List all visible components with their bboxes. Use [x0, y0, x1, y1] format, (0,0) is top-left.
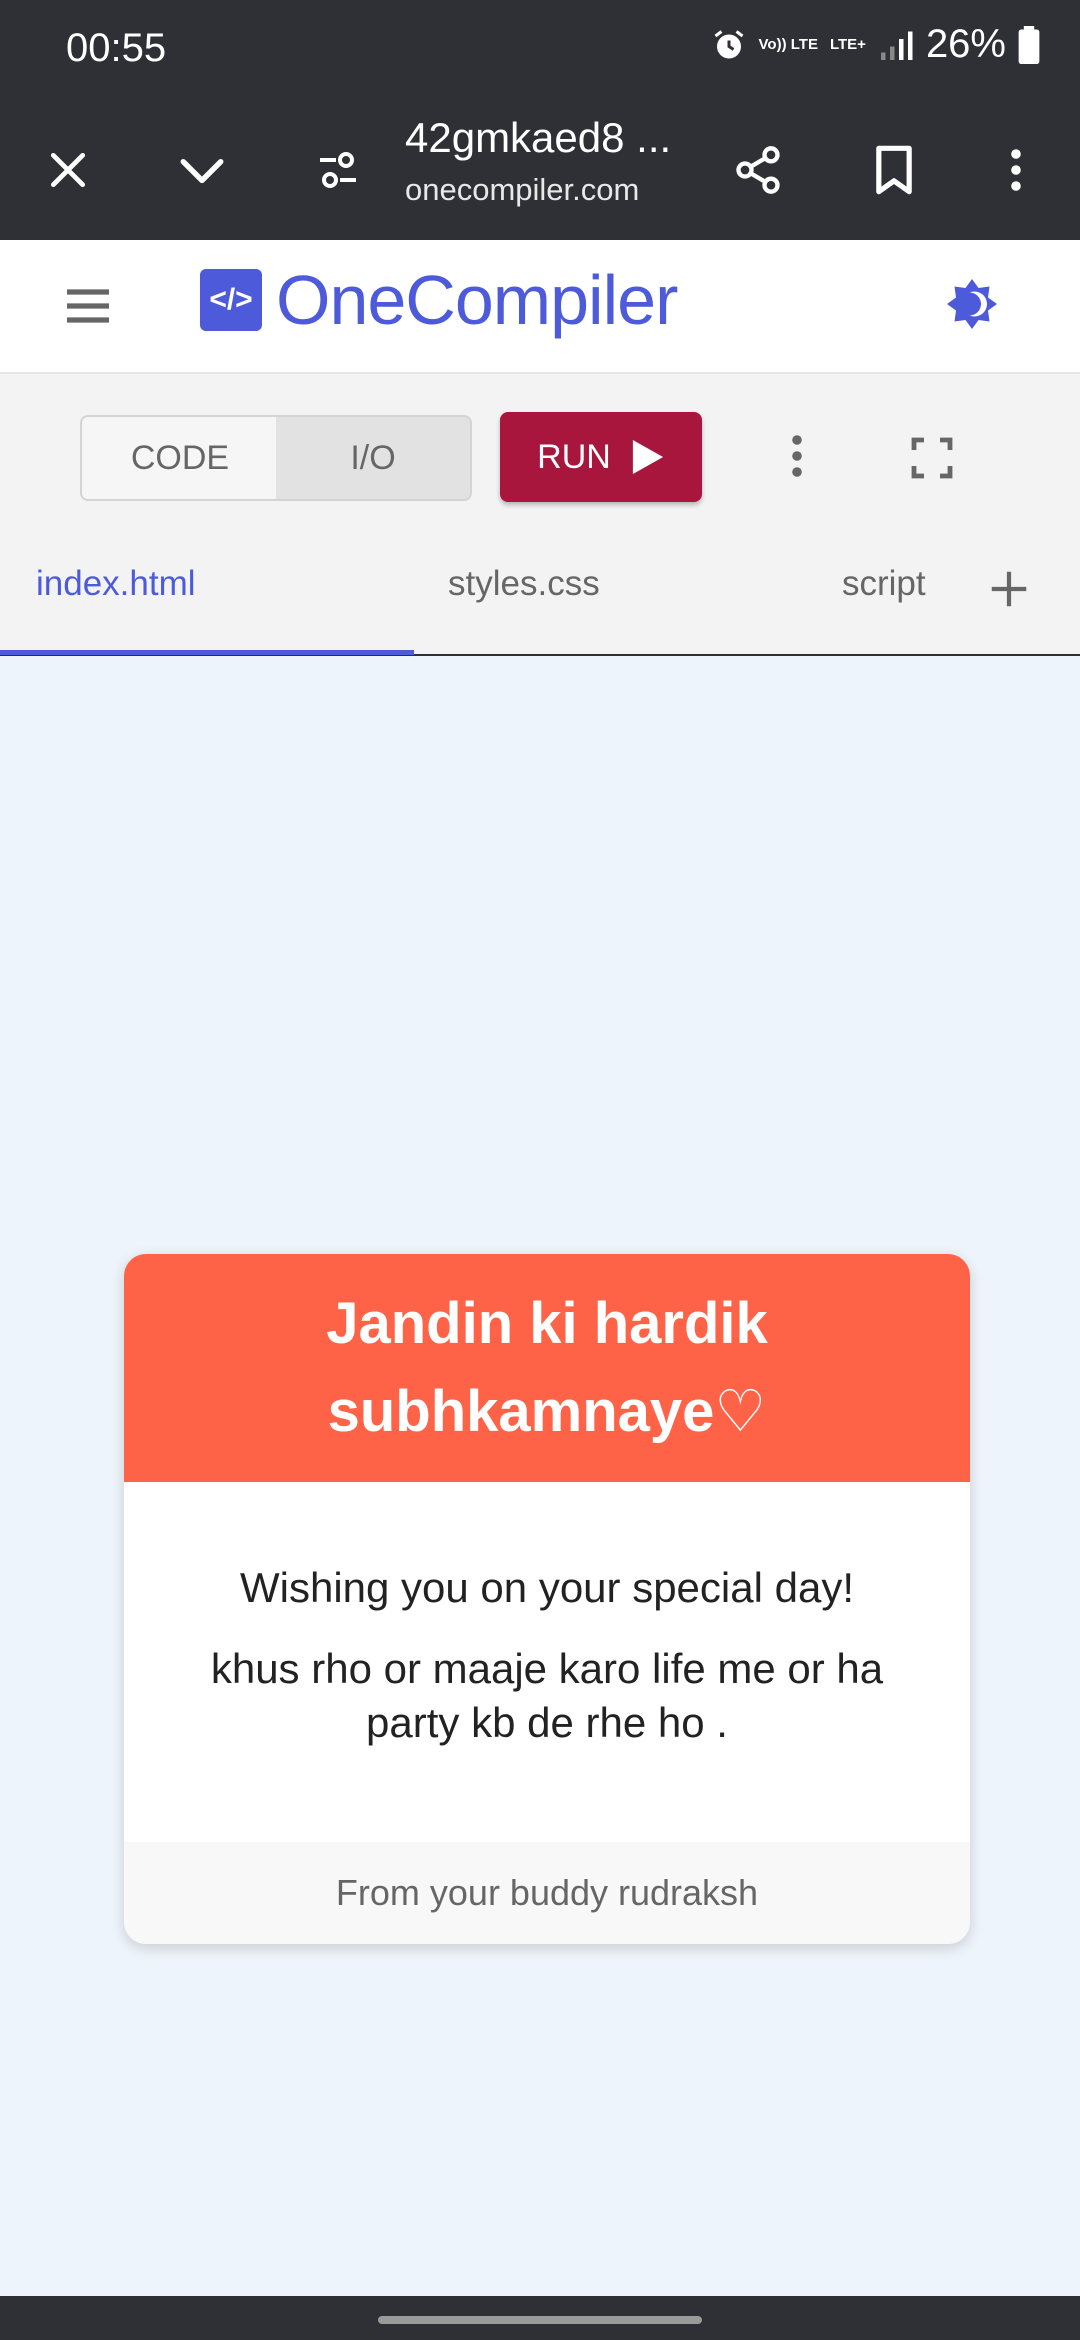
lte-data-icon: LTE+	[829, 35, 866, 53]
fullscreen-icon[interactable]	[908, 434, 956, 487]
site-settings-icon[interactable]	[308, 140, 368, 200]
status-bar: 00:55 Vo)) LTE LTE+ 26%	[0, 0, 1080, 100]
status-icons: Vo)) LTE LTE+ 26%	[711, 22, 1040, 67]
card-title-line1: Jandin ki hardik	[326, 1291, 768, 1356]
home-gesture-handle[interactable]	[378, 2316, 702, 2324]
io-toggle-button[interactable]: I/O	[276, 415, 472, 501]
greeting-card: Jandin ki hardik subhkamnaye♡ Wishing yo…	[124, 1254, 970, 1944]
editor-toolbar: CODE I/O RUN index.html styles.css scrip…	[0, 374, 1080, 655]
battery-icon	[1018, 25, 1040, 64]
page-domain[interactable]: onecompiler.com	[405, 172, 639, 208]
card-message-1: Wishing you on your special day!	[240, 1564, 854, 1611]
card-body: Wishing you on your special day! khus rh…	[124, 1482, 970, 1842]
alarm-icon	[714, 29, 743, 58]
share-icon[interactable]	[728, 140, 788, 200]
run-label: RUN	[537, 437, 611, 476]
volte-icon: Vo)) LTE	[758, 35, 818, 53]
bookmark-icon[interactable]	[864, 140, 924, 200]
card-footer: From your buddy rudraksh	[124, 1842, 970, 1944]
code-toggle-button[interactable]: CODE	[80, 415, 280, 501]
browser-toolbar: 42gmkaed8 ... onecompiler.com	[0, 100, 1080, 240]
status-time: 00:55	[66, 26, 167, 70]
active-tab-indicator	[0, 650, 414, 655]
card-header: Jandin ki hardik subhkamnaye♡	[124, 1254, 970, 1482]
theme-toggle-icon[interactable]	[942, 274, 1002, 339]
app-header: </> OneCompiler	[0, 240, 1080, 374]
hamburger-menu-icon[interactable]	[60, 278, 116, 339]
play-icon	[632, 440, 663, 474]
app-logo-text[interactable]: OneCompiler	[276, 260, 678, 340]
add-file-icon[interactable]	[986, 566, 1032, 617]
more-vert-icon[interactable]	[986, 140, 1046, 200]
signal-icon	[880, 31, 913, 60]
tab-index-html[interactable]: index.html	[36, 564, 196, 604]
logo-mark[interactable]: </>	[200, 269, 262, 331]
close-icon[interactable]	[38, 140, 98, 200]
card-title-line2: subhkamnaye♡	[327, 1379, 767, 1444]
battery-percent: 26%	[925, 22, 1006, 66]
tab-styles-css[interactable]: styles.css	[448, 564, 600, 604]
chevron-down-icon[interactable]	[172, 140, 232, 200]
system-nav-bar	[0, 2296, 1080, 2340]
tab-script[interactable]: script	[842, 564, 926, 604]
more-vert-icon[interactable]	[790, 432, 804, 485]
output-preview: Jandin ki hardik subhkamnaye♡ Wishing yo…	[0, 656, 1080, 2296]
page-title[interactable]: 42gmkaed8 ...	[405, 114, 671, 162]
card-message-2: khus rho or maaje karo life me or ha par…	[210, 1645, 884, 1746]
run-button[interactable]: RUN	[500, 412, 702, 502]
